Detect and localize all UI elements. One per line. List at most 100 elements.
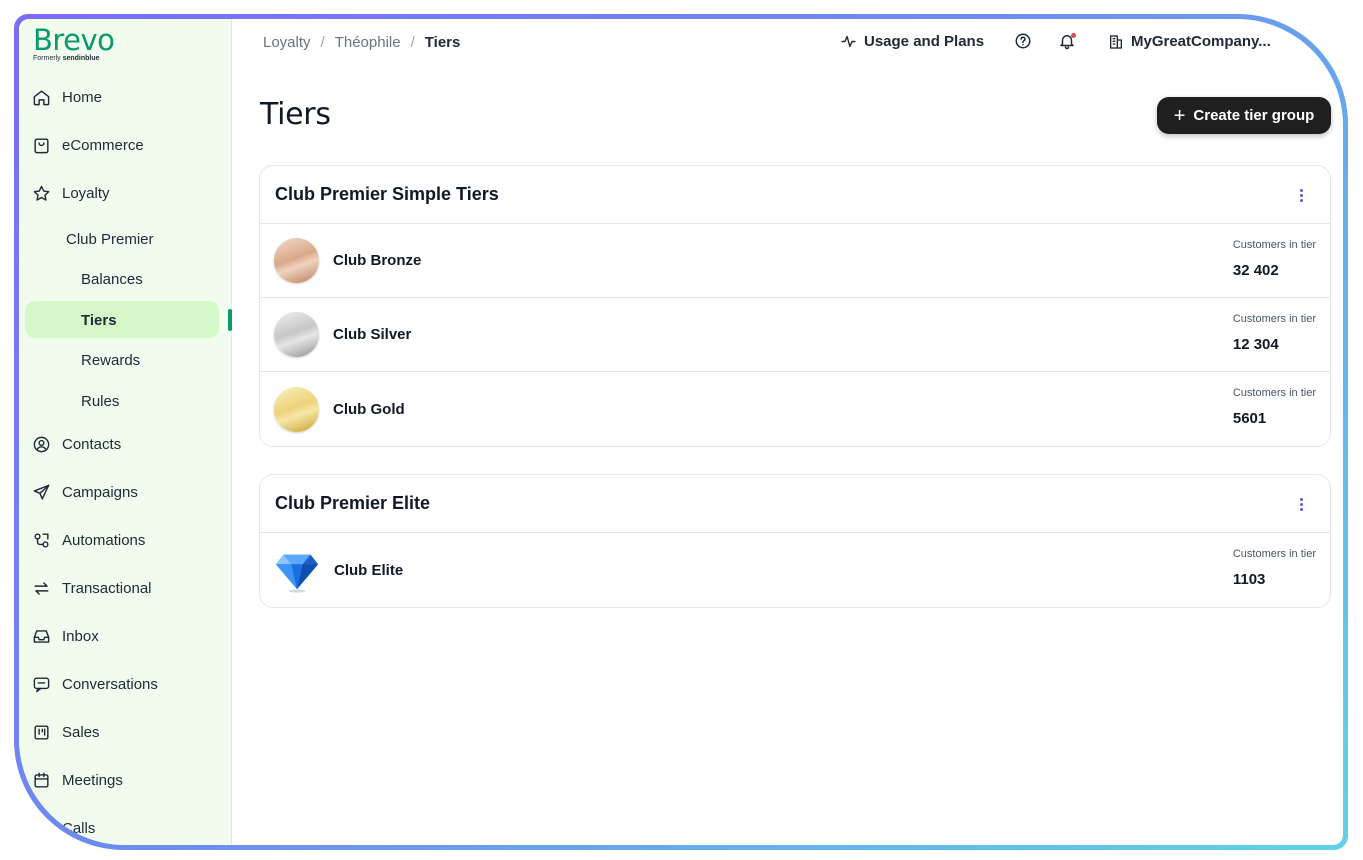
sidebar-item-automations[interactable]: Automations xyxy=(31,521,145,559)
sidebar-item-conversations[interactable]: Conversations xyxy=(31,665,158,703)
company-menu[interactable]: MyGreatCompany... xyxy=(1108,33,1271,50)
sidebar-item-balances[interactable]: Balances xyxy=(81,271,143,288)
help-button[interactable] xyxy=(1014,32,1034,52)
tier-group-card: Club Premier Elite Club Elite Customers … xyxy=(259,474,1331,608)
calendar-icon xyxy=(31,770,51,790)
tier-group-card: Club Premier Simple Tiers Club Bronze Cu… xyxy=(259,165,1331,447)
home-icon xyxy=(31,87,51,107)
sidebar-item-rewards[interactable]: Rewards xyxy=(81,352,140,369)
sidebar-item-label: Home xyxy=(62,88,103,106)
window-frame: Brevo Formerly sendinblue Home eCommerce… xyxy=(14,14,1348,850)
customers-in-tier: Customers in tier 5601 xyxy=(1233,387,1316,427)
diamond-icon xyxy=(275,554,319,593)
sidebar-item-transactional[interactable]: Transactional xyxy=(31,569,152,607)
sidebar-item-tiers[interactable]: Tiers xyxy=(81,312,117,329)
shopping-bag-icon xyxy=(31,135,51,155)
help-icon xyxy=(1015,33,1031,49)
notification-dot xyxy=(1071,33,1076,38)
gold-medal-icon xyxy=(274,386,319,432)
tier-group-header: Club Premier Elite xyxy=(260,475,1330,533)
kebab-dot xyxy=(1299,193,1303,197)
kebab-dot xyxy=(1299,497,1303,501)
tier-name: Club Bronze xyxy=(333,252,422,269)
customers-in-tier: Customers in tier 1103 xyxy=(1233,548,1316,588)
customers-label: Customers in tier xyxy=(1232,548,1316,560)
chat-icon xyxy=(31,674,51,694)
sidebar-item-label: eCommerce xyxy=(62,136,144,154)
silver-medal-icon xyxy=(274,312,319,357)
tier-name: Club Elite xyxy=(334,561,404,579)
tier-group-header: Club Premier Simple Tiers xyxy=(260,166,1330,224)
breadcrumb-separator: / xyxy=(320,34,325,51)
bronze-medal-icon xyxy=(274,238,319,283)
sidebar-item-sales[interactable]: Sales xyxy=(31,713,100,751)
sidebar-item-meetings[interactable]: Meetings xyxy=(31,761,123,799)
sidebar-item-inbox[interactable]: Inbox xyxy=(31,617,99,655)
plus-icon: + xyxy=(1173,104,1186,127)
sidebar-item-loyalty[interactable]: Loyalty xyxy=(31,174,110,212)
kanban-icon xyxy=(31,722,51,742)
star-icon xyxy=(31,183,51,203)
arrows-swap-icon xyxy=(31,578,51,598)
tier-row[interactable]: Club Bronze Customers in tier 32 402 xyxy=(260,224,1330,298)
customers-in-tier: Customers in tier 32 402 xyxy=(1233,239,1316,279)
sidebar-item-ecommerce[interactable]: eCommerce xyxy=(31,126,144,164)
brevo-logo[interactable]: Brevo Formerly sendinblue xyxy=(33,23,115,62)
company-name: MyGreatCompany... xyxy=(1131,33,1271,50)
tier-row[interactable]: Club Elite Customers in tier 1103 xyxy=(260,533,1330,607)
breadcrumb-separator: / xyxy=(410,34,415,51)
sidebar-active-highlight xyxy=(25,301,219,338)
customers-count: 1103 xyxy=(1232,571,1266,588)
sidebar-item-campaigns[interactable]: Campaigns xyxy=(31,473,138,511)
sidebar: Brevo Formerly sendinblue Home eCommerce… xyxy=(19,19,232,845)
customers-label: Customers in tier xyxy=(1232,239,1316,251)
sidebar-item-label: Calls xyxy=(62,819,96,837)
usage-label: Usage and Plans xyxy=(864,33,985,50)
sidebar-item-club-premier[interactable]: Club Premier xyxy=(66,231,154,248)
sidebar-item-calls[interactable]: Calls xyxy=(31,809,95,845)
sidebar-item-label: Automations xyxy=(62,531,146,549)
automation-icon xyxy=(31,530,51,550)
sidebar-item-label: Sales xyxy=(62,723,100,741)
sidebar-item-label: Loyalty xyxy=(62,184,110,202)
kebab-dot xyxy=(1299,198,1303,202)
topbar: Loyalty / Théophile / Tiers Usage and Pl… xyxy=(232,19,1343,65)
breadcrumb-program[interactable]: Théophile xyxy=(335,34,401,51)
create-tier-group-button[interactable]: + Create tier group xyxy=(1157,97,1331,134)
tier-row[interactable]: Club Silver Customers in tier 12 304 xyxy=(260,298,1330,372)
sidebar-item-label: Meetings xyxy=(62,771,123,789)
sidebar-item-home[interactable]: Home xyxy=(31,78,102,116)
more-options-button[interactable] xyxy=(1294,495,1308,513)
kebab-dot xyxy=(1299,502,1303,506)
sidebar-item-label: Contacts xyxy=(62,435,122,453)
sidebar-item-rules[interactable]: Rules xyxy=(81,393,119,410)
send-icon xyxy=(31,482,51,502)
tier-name: Club Gold xyxy=(333,400,405,418)
sidebar-item-contacts[interactable]: Contacts xyxy=(31,425,121,463)
user-circle-icon xyxy=(31,434,51,454)
more-options-button[interactable] xyxy=(1294,186,1308,204)
customers-in-tier: Customers in tier 12 304 xyxy=(1233,313,1316,353)
main-content: Loyalty / Théophile / Tiers Usage and Pl… xyxy=(232,19,1343,845)
tier-group-title: Club Premier Simple Tiers xyxy=(275,184,499,204)
tier-group-title: Club Premier Elite xyxy=(275,493,431,513)
usage-and-plans-button[interactable]: Usage and Plans xyxy=(840,33,984,50)
sidebar-item-label: Campaigns xyxy=(62,483,138,501)
notifications-button[interactable] xyxy=(1058,32,1078,52)
kebab-dot xyxy=(1299,188,1303,192)
customers-count: 12 304 xyxy=(1232,336,1279,353)
sidebar-item-label: Conversations xyxy=(62,675,158,693)
customers-count: 5601 xyxy=(1232,410,1267,427)
tier-name: Club Silver xyxy=(333,326,412,343)
tier-row[interactable]: Club Gold Customers in tier 5601 xyxy=(260,372,1330,446)
building-icon xyxy=(1110,34,1122,49)
logo-wordmark: Brevo xyxy=(33,23,115,57)
customers-count: 32 402 xyxy=(1232,262,1279,279)
app-window: Brevo Formerly sendinblue Home eCommerce… xyxy=(19,19,1343,845)
customers-label: Customers in tier xyxy=(1232,387,1316,399)
create-button-label: Create tier group xyxy=(1193,107,1315,124)
page-title: Tiers xyxy=(260,97,331,132)
breadcrumb-current: Tiers xyxy=(424,34,461,51)
breadcrumb-loyalty[interactable]: Loyalty xyxy=(263,34,311,51)
logo-formerly: Formerly xyxy=(33,55,61,62)
